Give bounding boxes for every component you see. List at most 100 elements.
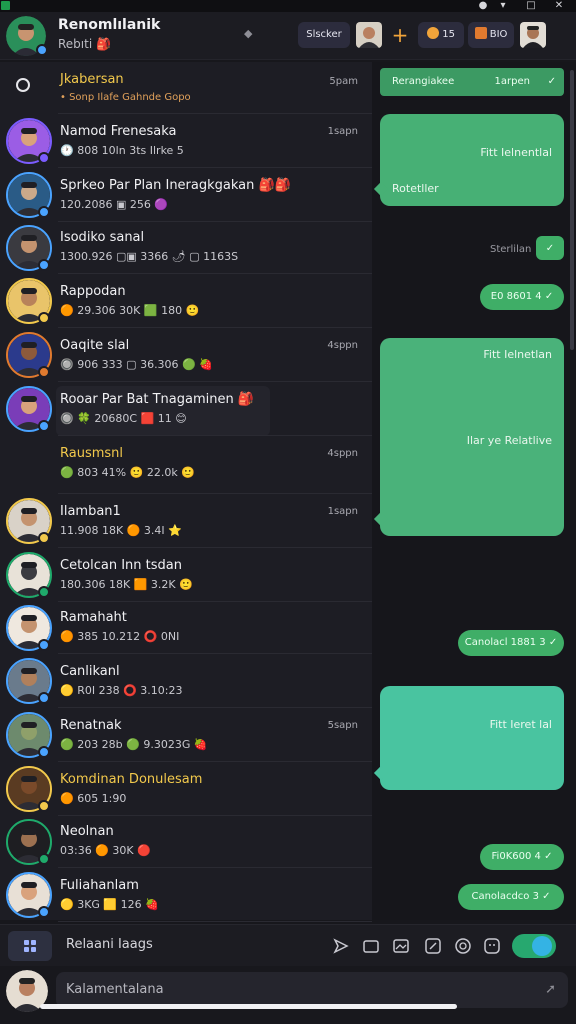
close-icon[interactable]: ✕ <box>552 0 566 12</box>
chat-row[interactable]: Rooar Par Bat Tnagaminen 🎒 🔘 🍀 20680C 🟥 1… <box>0 382 372 436</box>
message-bubble-3[interactable]: Fitt Ieret lal <box>373 686 564 790</box>
chip-1-label: 15 <box>442 29 455 40</box>
chat-name: Canlikanl <box>60 664 120 679</box>
chat-time: 1sapn <box>327 126 358 137</box>
status-badge-icon <box>38 692 50 704</box>
chat-name: Rappodan <box>60 284 126 299</box>
message-pill-3[interactable]: Canolacl 1881 3 ✓ <box>458 630 564 656</box>
member-avatar-1[interactable] <box>356 22 382 48</box>
sticker-icon[interactable] <box>483 937 501 955</box>
bubble-tail <box>373 765 389 781</box>
bubble-tail <box>373 181 389 197</box>
chat-row[interactable]: Ilamban1 11.908 18K 🟠 3.4I ⭐ 1sapn <box>0 494 372 548</box>
chat-time: 5pam <box>329 76 358 87</box>
check-button[interactable]: ✓ <box>536 236 564 260</box>
bubble-1-text: Fitt Ielnentlal <box>480 146 552 159</box>
chat-preview: 🟢 803 41% 🙂 22.0k 🙂 <box>60 466 195 479</box>
status-badge-icon <box>38 366 50 378</box>
chat-preview: 180.306 18K 🟧 3.2K 🙂 <box>60 578 193 591</box>
at-icon[interactable] <box>454 937 472 955</box>
notification-icon[interactable]: ● <box>476 0 490 12</box>
chip-2-label: BIO <box>489 29 508 40</box>
send-arrow-icon[interactable]: ➚ <box>545 982 556 997</box>
plus-icon[interactable]: + <box>390 22 410 48</box>
chat-preview: 🔘 🍀 20680C 🟥 11 😊 <box>60 412 187 425</box>
message-pill-5[interactable]: Canolacdco 3 ✓ <box>458 884 564 910</box>
status-text: Sterlilan <box>490 244 532 255</box>
bubble-3-text: Fitt Ieret lal <box>489 718 552 731</box>
chat-row[interactable]: Ramahaht 🟠 385 10.212 ⭕ 0NI <box>0 602 372 654</box>
send-icon[interactable] <box>332 937 350 955</box>
status-badge-icon <box>38 532 50 544</box>
chat-row[interactable]: Komdinan Donulesam 🟠 605 1:90 <box>0 762 372 816</box>
chat-time: 5sapn <box>327 720 358 731</box>
mode-toggle[interactable] <box>512 934 556 958</box>
chat-row[interactable]: Namod Frenesaka 🕐 808 10ln 3ts Ilrke 5 1sa… <box>0 114 372 168</box>
status-badge-icon <box>38 420 50 432</box>
chat-row[interactable]: Rappodan 🟠 29.306 30K 🟩 180 🙂 <box>0 274 372 328</box>
window-titlebar: ● ▾ □ ✕ <box>0 0 576 12</box>
chat-name: Rooar Par Bat Tnagaminen 🎒 <box>60 392 255 407</box>
status-badge-icon <box>38 152 50 164</box>
image-icon[interactable] <box>392 937 410 955</box>
message-bubble-1[interactable]: Fitt Ielnentlal Rotetller <box>373 114 564 206</box>
chat-preview: 11.908 18K 🟠 3.4I ⭐ <box>60 524 182 537</box>
chat-row[interactable]: Jkabersan • Sonp Ilafe Gahnde Gopo 5pam <box>0 64 372 114</box>
chat-row[interactable]: Neolnan 03:36 🟠 30K 🔴 <box>0 816 372 868</box>
message-pill-4[interactable]: Fi0K600 4 ✓ <box>480 844 564 870</box>
pill-2-label: E0 8601 4 <box>490 291 542 302</box>
chat-row[interactable]: Cetolcan Inn tsdan 180.306 18K 🟧 3.2K 🙂 <box>0 548 372 602</box>
maximize-icon[interactable]: □ <box>524 0 538 12</box>
chat-row[interactable]: Fuliahanlam 🟡 3KG 🟨 126 🍓 <box>0 868 372 922</box>
chat-name: Ramahaht <box>60 610 127 625</box>
chat-name: Rausmsnl <box>60 446 124 461</box>
pill-4-label: Fi0K600 4 <box>491 851 541 862</box>
header-button[interactable]: Slscker <box>298 22 350 48</box>
chat-row[interactable]: Rausmsnl 🟢 803 41% 🙂 22.0k 🙂 4sppn <box>0 436 372 494</box>
chat-preview: 🟠 29.306 30K 🟩 180 🙂 <box>60 304 200 317</box>
minimize-icon[interactable]: ▾ <box>496 0 510 12</box>
chat-row[interactable]: Canlikanl 🟡 R0I 238 ⭕ 3.10:23 <box>0 654 372 708</box>
bubble-1-sub: Rotetller <box>392 182 439 195</box>
status-badge-icon <box>38 639 50 651</box>
message-input[interactable]: Kalamentalana ➚ <box>56 972 568 1008</box>
chat-list: Jkabersan • Sonp Ilafe Gahnde Gopo 5pam Nam… <box>0 62 372 922</box>
apps-menu-button[interactable] <box>8 931 52 961</box>
chat-name: Komdinan Donulesam <box>60 772 203 787</box>
chat-time: 4sppn <box>327 340 358 351</box>
message-pill-2[interactable]: E0 8601 4 ✓ <box>480 284 564 310</box>
chat-name: Oaqite slal <box>60 338 130 353</box>
composer: Kalamentalana ➚ <box>0 966 576 1024</box>
status-badge-icon <box>38 259 50 271</box>
chat-row[interactable]: Sprkeo Par Plan Ineragkgakan 🎒🎒 120.2086 … <box>0 168 372 222</box>
chip-button-2[interactable]: BIO <box>468 22 514 48</box>
chip-button-1[interactable]: 15 <box>418 22 464 48</box>
chat-name: Neolnan <box>60 824 114 839</box>
status-badge-icon <box>38 206 50 218</box>
circle-icon <box>16 78 30 92</box>
top-message-pill[interactable]: Rerangiakee 1arpen ✓ <box>380 68 564 96</box>
chat-row[interactable]: Isodiko sanal 1300.926 ▢▣ 3366 🌶 ▢ 1163S <box>0 222 372 274</box>
folder-icon[interactable] <box>362 937 380 955</box>
chat-row[interactable]: Renatnak 🟢 203 28b 🟢 9.3023G 🍓 5sapn <box>0 708 372 762</box>
conversation-scrollbar[interactable] <box>570 70 574 350</box>
bubble-tail <box>373 511 389 527</box>
double-check-icon: ✓ <box>547 76 556 87</box>
chat-preview: 🟠 605 1:90 <box>60 792 127 805</box>
chat-preview: 🟠 385 10.212 ⭕ 0NI <box>60 630 180 643</box>
app-icon <box>1 1 10 10</box>
pin-icon[interactable]: ◆ <box>244 27 252 40</box>
grid-icon <box>24 940 36 952</box>
status-badge-icon <box>38 853 50 865</box>
member-avatar-2[interactable] <box>520 22 546 48</box>
chat-name: Jkabersan <box>60 72 124 87</box>
top-pill-label: Rerangiakee <box>392 76 455 87</box>
chat-name: Renatnak <box>60 718 122 733</box>
chat-preview: • Sonp Ilafe Gahnde Gopo <box>60 92 191 103</box>
message-bubble-2[interactable]: Fitt Ielnetlan Ilar ye Relatlive <box>373 338 564 536</box>
status-badge-icon <box>38 586 50 598</box>
chat-preview: 🟡 R0I 238 ⭕ 3.10:23 <box>60 684 183 697</box>
status-badge-icon <box>38 906 50 918</box>
chat-row[interactable]: Oaqite slal 🔘 906 333 ▢ 36.306 🟢 🍓 4sppn <box>0 328 372 382</box>
edit-icon[interactable] <box>424 937 442 955</box>
